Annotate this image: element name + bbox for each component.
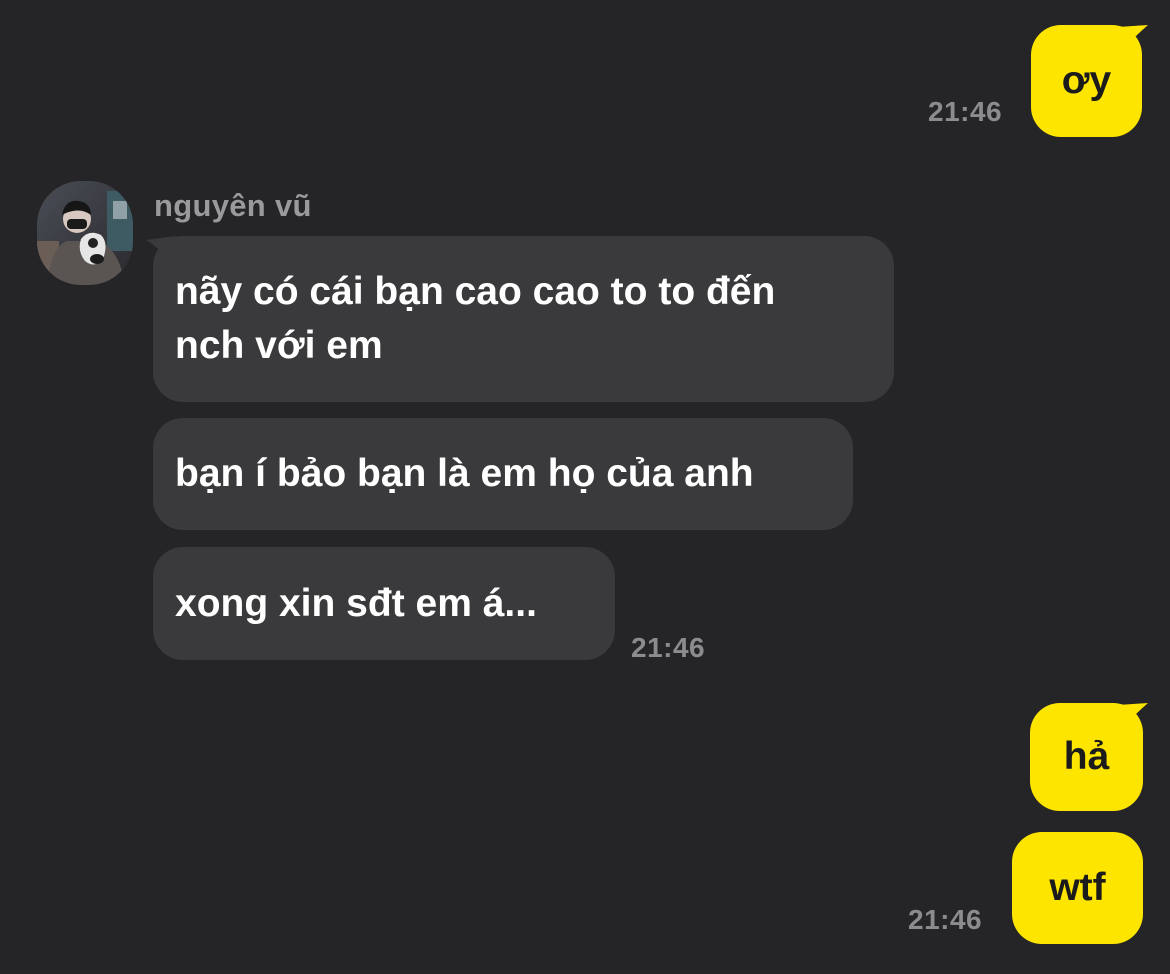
outgoing-message[interactable]: hả [1030, 703, 1143, 811]
message-timestamp: 21:46 [928, 96, 1003, 127]
message-text: bạn í bảo bạn là em họ của anh [175, 452, 754, 495]
outgoing-message[interactable]: ơy [1031, 25, 1142, 137]
contact-avatar[interactable] [37, 181, 133, 285]
message-text-line: nch với em [175, 324, 383, 367]
incoming-message[interactable]: xong xin sđt em á... [153, 547, 615, 660]
incoming-message[interactable]: nãy có cái bạn cao cao to to đến nch với… [153, 236, 894, 402]
message-text-line: nãy có cái bạn cao cao to to đến [175, 270, 776, 313]
message-text: hả [1063, 735, 1110, 778]
message-text: xong xin sđt em á... [175, 581, 537, 625]
chat-thread: ơy 21:46 nguyên vũ nãy có cái bạn cao ca… [0, 0, 1170, 974]
message-timestamp: 21:46 [631, 632, 706, 663]
message-text: ơy [1061, 59, 1112, 102]
avatar-photo-icon [37, 181, 133, 285]
message-timestamp: 21:46 [908, 904, 983, 935]
incoming-message[interactable]: bạn í bảo bạn là em họ của anh [153, 418, 853, 530]
sender-name: nguyên vũ [154, 188, 312, 223]
message-text: wtf [1049, 866, 1106, 909]
outgoing-message[interactable]: wtf [1012, 832, 1143, 944]
